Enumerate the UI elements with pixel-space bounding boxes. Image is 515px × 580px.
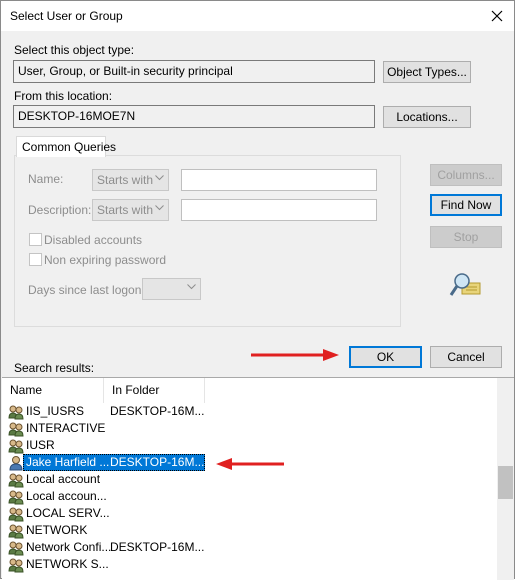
group-icon [8,540,24,556]
disabled-accounts-label: Disabled accounts [44,233,143,247]
group-icon [8,489,24,505]
row-name: NETWORK S... [26,557,109,571]
row-name: Network Confi... [26,540,112,554]
list-header: Name In Folder [2,378,497,403]
table-row[interactable]: NETWORK S... [2,556,497,573]
disabled-accounts-checkbox[interactable] [29,233,42,246]
search-results-label: Search results: [14,361,95,375]
columns-button[interactable]: Columns... [430,164,502,186]
chevron-down-icon [155,175,164,181]
description-input[interactable] [181,199,377,221]
row-name: Local account [26,472,101,486]
tab-common-queries[interactable]: Common Queries [16,136,116,157]
user-icon [8,455,24,471]
find-now-button[interactable]: Find Now [430,194,502,216]
chevron-down-icon [155,205,164,211]
row-name: IUSR [26,438,55,452]
search-results-list[interactable]: Name In Folder IIS_IUSRS DESKTOP-16M... IN… [2,377,514,580]
group-icon [8,506,24,522]
description-filter-combo[interactable]: Starts with [92,199,169,221]
table-row[interactable]: IIS_IUSRS DESKTOP-16M... [2,403,497,420]
row-folder: DESKTOP-16M... [110,404,205,418]
days-since-logon-combo[interactable] [142,278,201,300]
column-header-name[interactable]: Name [2,378,104,403]
non-expiring-password-label: Non expiring password [44,253,167,267]
row-name: LOCAL SERV... [26,506,110,520]
row-folder: DESKTOP-16M... [110,540,205,554]
annotation-arrow-to-selected-user [216,458,284,470]
results-rows: IIS_IUSRS DESKTOP-16M... INTERACTIVE IUSR Ja… [2,403,497,580]
close-icon [491,10,503,22]
select-user-or-group-dialog: Select User or Group Select this object … [0,0,515,580]
group-icon [8,472,24,488]
table-row[interactable]: INTERACTIVE [2,420,497,437]
table-row[interactable]: Local accoun... [2,488,497,505]
vertical-scrollbar[interactable] [497,378,514,580]
search-magnifier-icon [449,273,481,296]
non-expiring-password-checkbox[interactable] [29,253,42,266]
title-bar: Select User or Group [1,1,514,31]
close-button[interactable] [480,1,514,31]
object-types-button[interactable]: Object Types... [383,61,471,83]
row-name: NETWORK [26,523,88,537]
stop-button[interactable]: Stop [430,226,502,248]
row-name: IIS_IUSRS [26,404,85,418]
name-input[interactable] [181,169,377,191]
object-type-label: Select this object type: [14,43,135,57]
scrollbar-thumb[interactable] [498,466,513,499]
table-row[interactable]: Local account [2,471,497,488]
group-icon [8,404,24,420]
days-since-logon-label: Days since last logon: [28,283,145,297]
row-folder: DESKTOP-16M... [110,455,205,469]
object-type-field: User, Group, or Built-in security princi… [13,60,375,83]
row-name: Local accoun... [26,489,107,503]
ok-button[interactable]: OK [349,346,422,368]
group-icon [8,557,24,573]
chevron-down-icon [187,284,196,290]
group-icon [8,523,24,539]
table-row[interactable]: IUSR [2,437,497,454]
table-row[interactable]: LOCAL SERV... [2,505,497,522]
column-header-in-folder[interactable]: In Folder [104,378,205,403]
name-filter-combo-value: Starts with [97,173,154,187]
cancel-button[interactable]: Cancel [430,346,502,368]
annotation-arrow-to-ok [251,349,339,361]
group-icon [8,421,24,437]
description-label: Description: [28,203,92,217]
row-name: Jake Harfield ... [26,455,110,469]
group-icon [8,438,24,454]
table-row[interactable]: Network Confi... DESKTOP-16M... [2,539,497,556]
description-filter-combo-value: Starts with [97,203,154,217]
table-row[interactable]: NETWORK [2,522,497,539]
locations-button[interactable]: Locations... [383,106,471,128]
window-title: Select User or Group [10,9,123,23]
name-label: Name: [28,172,64,186]
location-label: From this location: [14,89,113,103]
name-filter-combo[interactable]: Starts with [92,169,169,191]
location-field: DESKTOP-16MOE7N [13,105,375,128]
row-name: INTERACTIVE [26,421,106,435]
